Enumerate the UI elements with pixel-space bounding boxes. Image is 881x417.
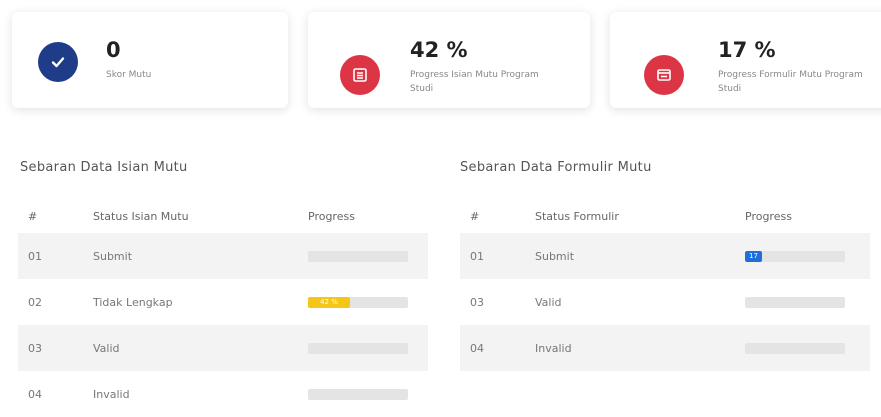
header-num: # xyxy=(470,210,480,223)
header-num: # xyxy=(28,210,38,223)
list-icon xyxy=(340,55,380,95)
header-progress: Progress xyxy=(308,210,355,223)
row-progress: 17 % xyxy=(745,250,865,262)
table-row: 01 Submit 17 % xyxy=(460,233,870,279)
row-progress xyxy=(308,342,428,354)
row-progress: 42 % xyxy=(308,296,428,308)
row-num: 01 xyxy=(28,249,42,263)
formulir-table: # Status Formulir Progress 01Submit17 %0… xyxy=(460,200,870,371)
progress-bar xyxy=(308,388,408,400)
table-row: 01 Submit xyxy=(18,233,428,279)
row-num: 04 xyxy=(470,341,484,355)
table-header: # Status Isian Mutu Progress xyxy=(18,200,428,233)
table-row: 03 Valid xyxy=(18,325,428,371)
row-status: Tidak Lengkap xyxy=(93,295,173,309)
row-progress xyxy=(308,250,428,262)
row-num: 04 xyxy=(28,387,42,401)
card-value: 17 % xyxy=(718,38,776,62)
table-row: 02 Tidak Lengkap 42 % xyxy=(18,279,428,325)
table-row: 04 Invalid xyxy=(18,371,428,417)
table-row: 04 Invalid xyxy=(460,325,870,371)
form-icon xyxy=(644,55,684,95)
header-status: Status Formulir xyxy=(535,210,619,223)
row-status: Invalid xyxy=(535,341,572,355)
row-num: 03 xyxy=(470,295,484,309)
row-num: 02 xyxy=(28,295,42,309)
row-progress xyxy=(745,342,865,354)
isian-section-title: Sebaran Data Isian Mutu xyxy=(20,160,188,175)
row-status: Valid xyxy=(535,295,562,309)
table-header: # Status Formulir Progress xyxy=(460,200,870,233)
progress-bar xyxy=(745,296,845,308)
header-progress: Progress xyxy=(745,210,792,223)
card-value: 42 % xyxy=(410,38,468,62)
progress-bar: 42 % xyxy=(308,296,408,308)
card-value: 0 xyxy=(106,38,121,62)
row-status: Valid xyxy=(93,341,120,355)
card-label: Progress Formulir Mutu Program Studi xyxy=(718,70,863,94)
progress-bar xyxy=(308,342,408,354)
formulir-section-title: Sebaran Data Formulir Mutu xyxy=(460,160,652,175)
row-progress xyxy=(308,388,428,400)
card-label: Skor Mutu xyxy=(106,70,152,80)
row-status: Invalid xyxy=(93,387,130,401)
header-status: Status Isian Mutu xyxy=(93,210,189,223)
progress-bar: 17 % xyxy=(745,250,845,262)
progress-bar xyxy=(308,250,408,262)
progress-fill: 17 % xyxy=(745,250,762,262)
row-progress xyxy=(745,296,865,308)
check-circle-icon xyxy=(38,42,78,82)
card-skor-mutu: 0 Skor Mutu xyxy=(12,12,288,108)
card-label: Progress Isian Mutu Program Studi xyxy=(410,70,539,94)
row-num: 01 xyxy=(470,249,484,263)
progress-bar xyxy=(745,342,845,354)
table-row: 03 Valid xyxy=(460,279,870,325)
row-status: Submit xyxy=(535,249,575,263)
summary-cards: 0 Skor Mutu 42 % Progress Isian Mutu Pro… xyxy=(12,12,881,124)
card-progress-isian: 42 % Progress Isian Mutu Program Studi xyxy=(308,12,590,108)
isian-table: # Status Isian Mutu Progress 01 Submit 02 T… xyxy=(18,200,428,417)
progress-fill: 42 % xyxy=(308,296,350,308)
row-status: Submit xyxy=(93,249,133,263)
row-num: 03 xyxy=(28,341,42,355)
card-progress-formulir: 17 % Progress Formulir Mutu Program Stud… xyxy=(610,12,881,108)
